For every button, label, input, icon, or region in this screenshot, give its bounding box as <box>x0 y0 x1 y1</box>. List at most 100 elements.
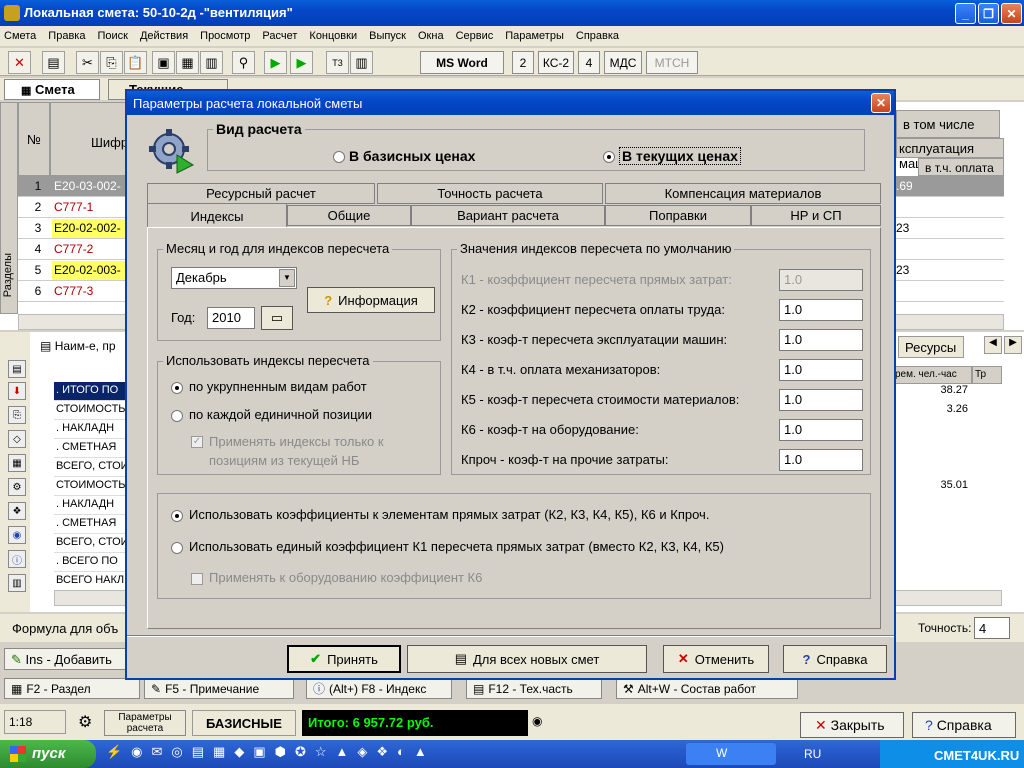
menu-item[interactable]: Смета <box>4 30 36 42</box>
radio-current-prices[interactable] <box>603 151 615 163</box>
coef-input[interactable]: 1.0 <box>779 299 863 321</box>
list-item[interactable]: . ВСЕГО ПО <box>54 553 128 572</box>
restore-button[interactable]: ❐ <box>978 3 999 24</box>
chevron-down-icon[interactable]: ▼ <box>279 269 295 287</box>
button-2[interactable]: 2 <box>512 51 534 74</box>
coef-input[interactable]: 1.0 <box>779 329 863 351</box>
menu-item[interactable]: Окна <box>418 30 444 42</box>
list-item[interactable]: СТОИМОСТЬ <box>54 401 128 420</box>
radio-by-each-position[interactable] <box>171 410 183 422</box>
delete-icon[interactable]: ✕ <box>8 51 31 74</box>
accept-button[interactable]: ✔ Принять <box>287 645 401 673</box>
list-item[interactable]: . ИТОГО ПО <box>54 382 128 401</box>
close-app-button[interactable]: ✕ Закрыть <box>800 712 904 738</box>
paste-special-icon[interactable]: ▣ <box>152 51 175 74</box>
menu-item[interactable]: Сервис <box>456 30 494 42</box>
mds-button[interactable]: МДС <box>604 51 642 74</box>
tab-smeta[interactable]: ▦ Смета <box>4 79 100 100</box>
speaker-icon[interactable]: ◉ <box>532 714 542 728</box>
info-button[interactable]: ? Информация <box>307 287 435 313</box>
f5-note-button[interactable]: ✎ F5 - Примечание <box>144 678 294 699</box>
taskbar-app-button[interactable]: W <box>686 743 776 765</box>
params-button[interactable]: Параметры расчета <box>104 710 186 736</box>
list-item[interactable]: ВСЕГО, СТОИ <box>54 534 128 553</box>
list-item[interactable]: . НАКЛАДН <box>54 420 128 439</box>
side-tree-icon[interactable]: ❖ <box>8 502 26 520</box>
columns-icon[interactable]: ▥ <box>350 51 373 74</box>
side-info-icon[interactable]: ⓘ <box>8 550 26 568</box>
side-globe-icon[interactable]: ◉ <box>8 526 26 544</box>
tab-1-row1[interactable]: Ресурсный расчет <box>147 183 375 204</box>
menu-item[interactable]: Выпуск <box>369 30 406 42</box>
menu-item[interactable]: Расчет <box>262 30 297 42</box>
menu-item[interactable]: Действия <box>140 30 188 42</box>
list-item[interactable]: ВСЕГО НАКЛ <box>54 572 128 591</box>
cut-icon[interactable]: ✂ <box>76 51 99 74</box>
menu-item[interactable]: Справка <box>576 30 619 42</box>
all-new-estimates-button[interactable]: ▤ Для всех новых смет <box>407 645 647 673</box>
side-down-arrow-icon[interactable]: ⬇ <box>8 382 26 400</box>
button-4[interactable]: 4 <box>578 51 600 74</box>
ins-add-button[interactable]: ✎ Ins - Добавить <box>4 648 126 670</box>
radio-use-elements[interactable] <box>171 510 183 522</box>
radio-base-prices[interactable] <box>333 151 345 163</box>
side-book-icon[interactable]: ▥ <box>8 574 26 592</box>
t3-icon[interactable]: T3 <box>326 51 349 74</box>
side-doc-icon[interactable]: ▤ <box>8 360 26 378</box>
lower-tab[interactable]: ▤ Наим-е, пр <box>36 336 132 358</box>
find-icon[interactable]: ⚲ <box>232 51 255 74</box>
f2-razdel-button[interactable]: ▦ F2 - Раздел <box>4 678 140 699</box>
f8-index-button[interactable]: ⓘ (Alt+) F8 - Индекс <box>306 678 452 699</box>
dialog-help-button[interactable]: ? Справка <box>783 645 887 673</box>
mtsn-button[interactable]: МТСН <box>646 51 698 74</box>
menu-item[interactable]: Концовки <box>309 30 357 42</box>
resursy-tab[interactable]: Ресурсы <box>898 336 964 358</box>
month-select[interactable]: Декабрь ▼ <box>171 267 297 289</box>
close-window-button[interactable]: ✕ <box>1001 3 1022 24</box>
chk-current-nb-only[interactable]: ✓ <box>191 436 203 448</box>
lower-scroll-right[interactable]: ▶ <box>1004 336 1022 354</box>
quicklaunch-icons[interactable]: ⚡◉✉◎▤▦◆▣⬢✪☆▲◈❖◐▲ <box>106 744 666 764</box>
menu-item[interactable]: Просмотр <box>200 30 250 42</box>
year-picker-button[interactable]: ▭ <box>261 306 293 330</box>
msword-button[interactable]: MS Word <box>420 51 504 74</box>
lower-scroll-left[interactable]: ◀ <box>984 336 1002 354</box>
year-input[interactable]: 2010 <box>207 307 255 329</box>
run-p-icon[interactable]: ▶ <box>290 51 313 74</box>
tab-2-row2[interactable]: Общие <box>287 205 411 226</box>
menu-item[interactable]: Правка <box>48 30 85 42</box>
copy-doc-icon[interactable]: ▤ <box>42 51 65 74</box>
run-icon[interactable]: ▶ <box>264 51 287 74</box>
paste-icon[interactable]: 📋 <box>124 51 147 74</box>
razdely-panel[interactable]: Разделы <box>0 102 18 314</box>
help-app-button[interactable]: ? Справка <box>912 712 1016 738</box>
list-item[interactable]: . НАКЛАДН <box>54 496 128 515</box>
side-gear-icon[interactable]: ⚙ <box>8 478 26 496</box>
menu-item[interactable]: Поиск <box>97 30 127 42</box>
cancel-button[interactable]: ✕ Отменить <box>663 645 769 673</box>
list-item[interactable]: ВСЕГО, СТОИ <box>54 458 128 477</box>
menu-item[interactable]: Параметры <box>505 30 564 42</box>
coef-input[interactable]: 1.0 <box>779 389 863 411</box>
coef-input[interactable]: 1.0 <box>779 449 863 471</box>
lang-indicator[interactable]: RU <box>804 747 821 761</box>
f12-tech-button[interactable]: ▤ F12 - Тех.часть <box>466 678 602 699</box>
kc2-button[interactable]: КС-2 <box>538 51 574 74</box>
minimize-button[interactable]: _ <box>955 3 976 24</box>
tab-1-row2[interactable]: Индексы <box>147 203 287 228</box>
precision-input[interactable]: 4 <box>974 617 1010 639</box>
tab-4-row2[interactable]: Поправки <box>605 205 751 226</box>
coef-input[interactable]: 1.0 <box>779 419 863 441</box>
copy-icon[interactable]: ⎘ <box>100 51 123 74</box>
list-item[interactable]: СТОИМОСТЬ <box>54 477 128 496</box>
list-item[interactable]: . СМЕТНАЯ <box>54 439 128 458</box>
radio-use-single-k1[interactable] <box>171 542 183 554</box>
altw-sostav-button[interactable]: ⚒ Alt+W - Состав работ <box>616 678 798 699</box>
coef-input[interactable]: 1.0 <box>779 359 863 381</box>
preview-icon[interactable]: ▦ <box>176 51 199 74</box>
list-item[interactable]: . СМЕТНАЯ <box>54 515 128 534</box>
side-copy-icon[interactable]: ⎘ <box>8 406 26 424</box>
side-calc-icon[interactable]: ▦ <box>8 454 26 472</box>
print-icon[interactable]: ▥ <box>200 51 223 74</box>
params-gear-icon[interactable]: ⚙ <box>78 712 92 732</box>
